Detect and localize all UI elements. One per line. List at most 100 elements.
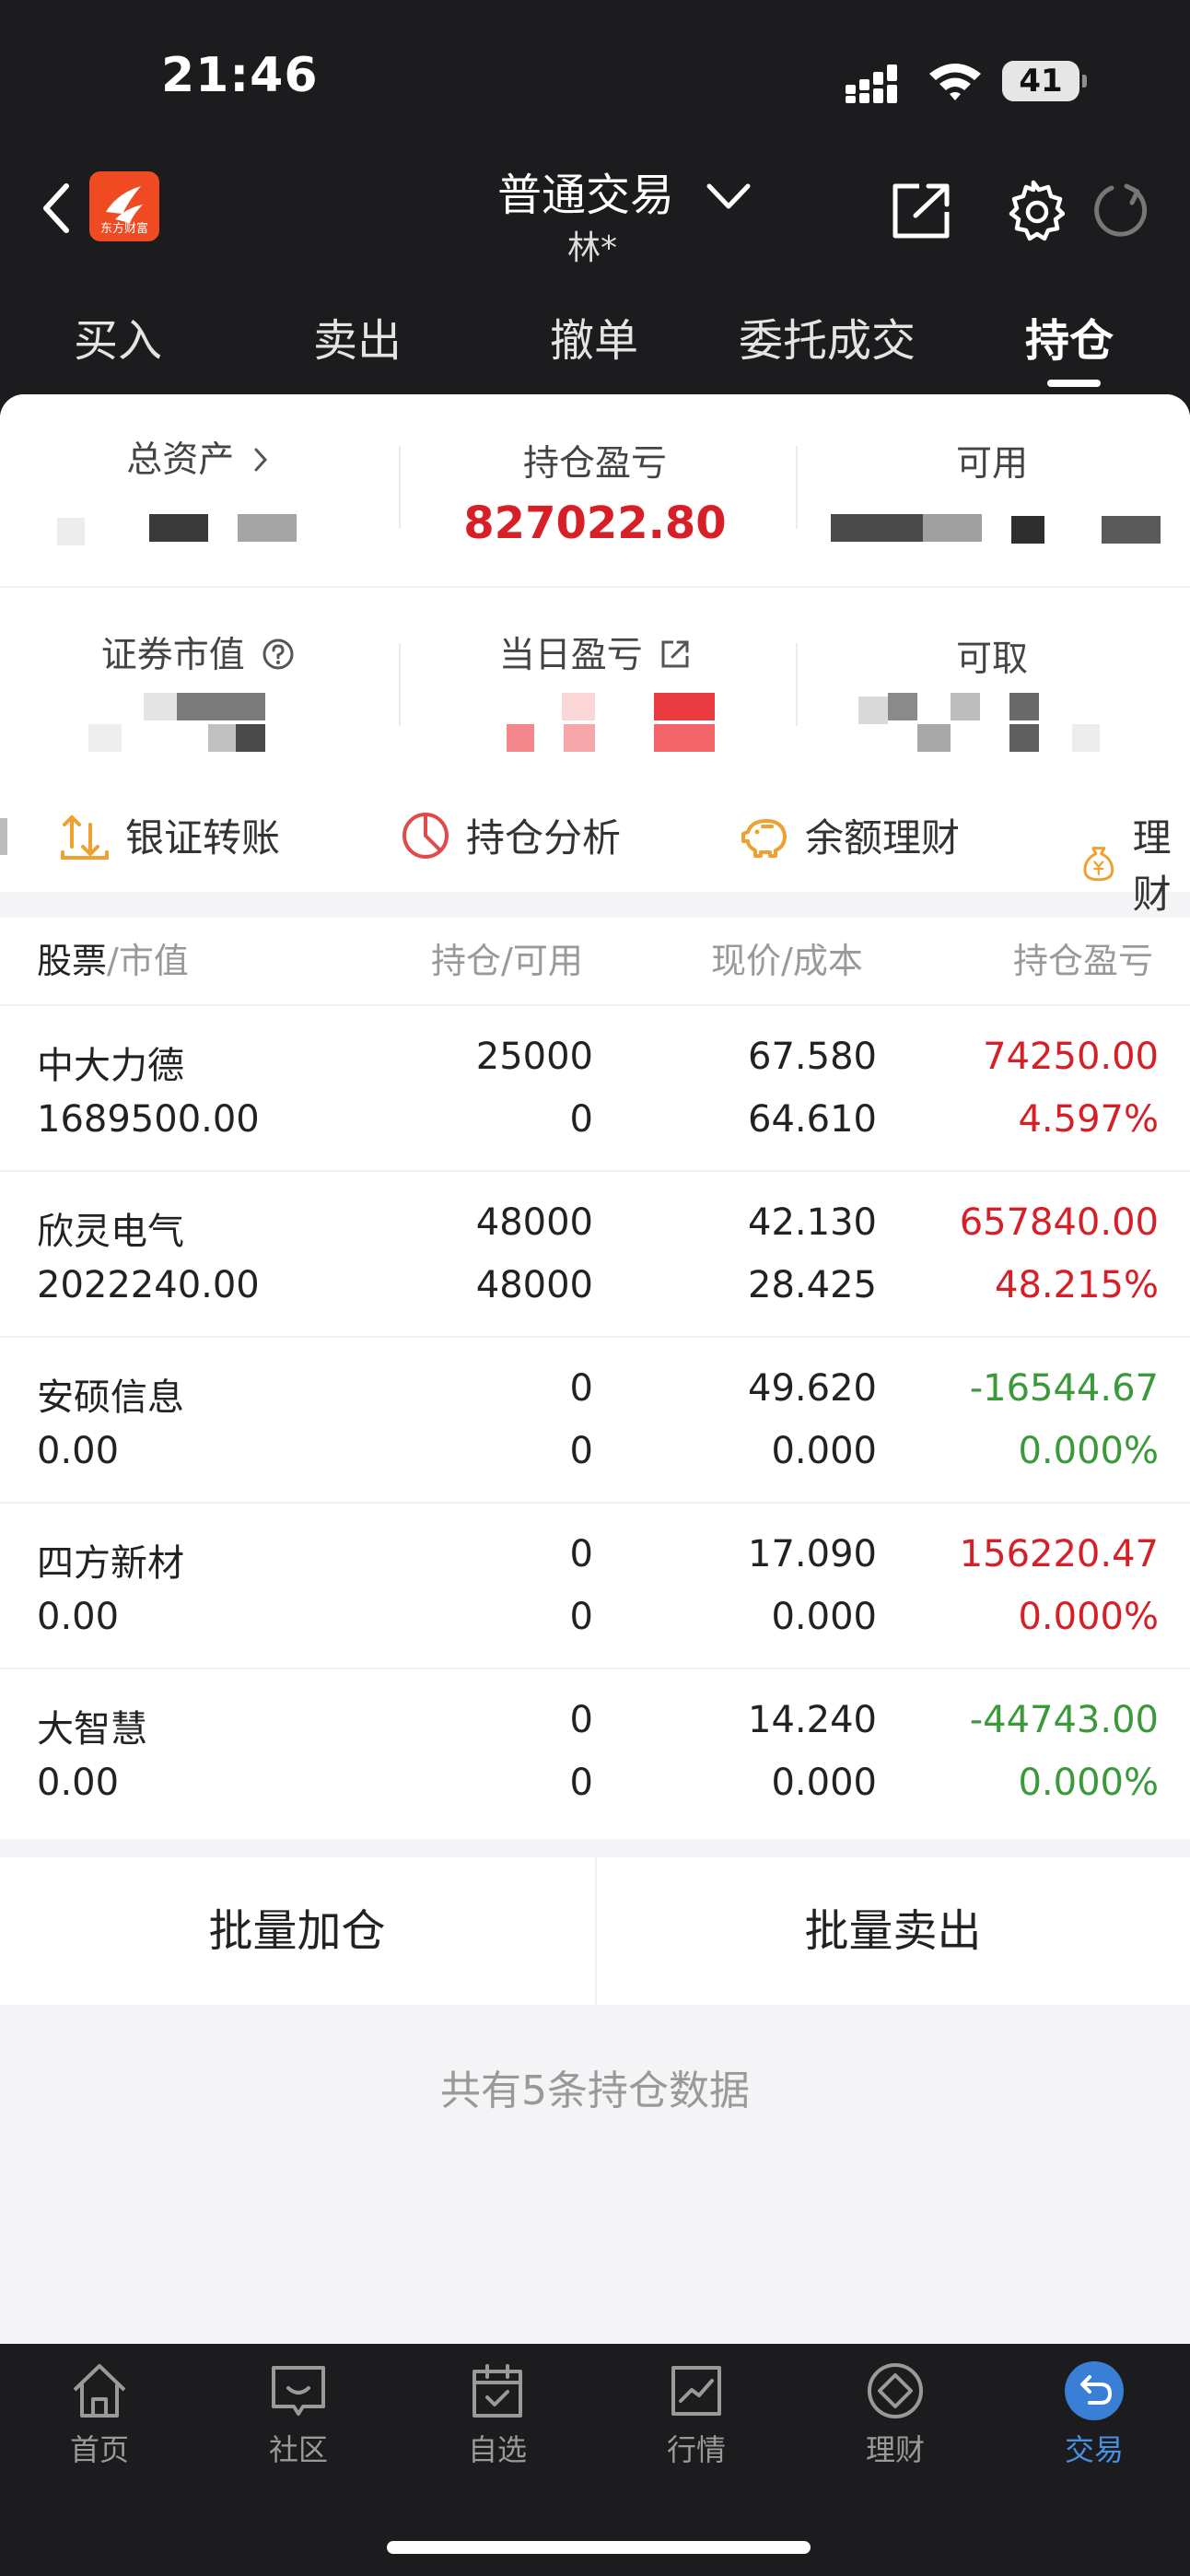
current-price: 49.620 [748, 1367, 877, 1410]
bank-transfer-link[interactable]: 银证转账 [59, 807, 280, 863]
col-header-stock-main: 股票 [37, 941, 108, 981]
balance-finance-label: 余额理财 [805, 815, 961, 861]
col-header-stock[interactable]: 股票/市值 [37, 918, 189, 1004]
cellular-signal-icon [846, 64, 897, 103]
battery-icon: 41 [1002, 61, 1087, 101]
cost-price: 64.610 [748, 1098, 877, 1141]
chat-icon [272, 2366, 325, 2416]
nav-trade[interactable]: 交易 [1030, 2359, 1159, 2469]
nav-market-label: 行情 [666, 2432, 726, 2467]
market-value: 0.00 [37, 1430, 120, 1472]
table-row[interactable]: 大智慧 0.00 0 0 14.240 0.000 -44743.00 0.000% [0, 1668, 1190, 1833]
positions-panel: 总资产 持仓盈亏 可用 827022.80 证券市值 当日盈亏 可取 银证转账 … [0, 394, 1190, 2344]
tab-positions[interactable]: 持仓 [1025, 304, 1114, 369]
current-price: 42.130 [748, 1201, 877, 1244]
stock-name: 欣灵电气 [37, 1211, 184, 1253]
position-qty: 25000 [475, 1036, 593, 1078]
gear-icon[interactable] [1002, 179, 1065, 241]
withdrawable-label: 可取 [955, 638, 1028, 680]
position-pnl-pct: 0.000% [1018, 1762, 1159, 1804]
tab-orders[interactable]: 委托成交 [739, 304, 916, 369]
market-value: 0.00 [37, 1762, 120, 1804]
money-bag-icon [1083, 847, 1114, 882]
position-pnl-pct: 0.000% [1018, 1596, 1159, 1638]
col-header-position[interactable]: 持仓/可用 [431, 918, 583, 1004]
nav-watchlist[interactable]: 自选 [433, 2359, 562, 2469]
refresh-icon[interactable] [1091, 181, 1149, 238]
finance-label: 理财 [1132, 815, 1172, 917]
position-pnl: -44743.00 [969, 1699, 1159, 1741]
page-title[interactable]: 普通交易 [497, 158, 674, 223]
tab-buy[interactable]: 买入 [74, 304, 162, 369]
position-qty: 0 [569, 1699, 593, 1741]
col-header-position-main: 持仓 [431, 941, 502, 981]
chart-icon [671, 2366, 721, 2416]
available-value-masked [831, 514, 1162, 545]
daily-pnl-field[interactable]: 当日盈亏 [397, 626, 793, 678]
market-value-masked [88, 693, 309, 754]
stock-name: 安硕信息 [37, 1376, 184, 1419]
available-qty: 0 [569, 1098, 593, 1141]
home-indicator [387, 2541, 811, 2554]
nav-finance[interactable]: 理财 [831, 2359, 960, 2469]
help-icon[interactable] [262, 638, 295, 671]
account-summary: 总资产 持仓盈亏 可用 827022.80 证券市值 当日盈亏 可取 银证转账 … [0, 394, 1190, 917]
holdings-count-note: 共有5条持仓数据 [440, 2067, 750, 2114]
available-qty: 0 [569, 1430, 593, 1472]
position-pnl: -16544.67 [969, 1367, 1159, 1410]
table-row[interactable]: 安硕信息 0.00 0 0 49.620 0.000 -16544.67 0.000% [0, 1336, 1190, 1502]
tab-sell[interactable]: 卖出 [313, 304, 402, 369]
back-chevron-icon[interactable] [39, 181, 72, 236]
bank-transfer-label: 银证转账 [125, 815, 281, 861]
piggy-bank-icon [741, 818, 787, 858]
status-time: 21:46 [161, 48, 319, 103]
balance-finance-link[interactable]: 余额理财 [739, 807, 960, 863]
nav-watchlist-label: 自选 [467, 2432, 527, 2467]
home-icon [73, 2364, 126, 2418]
chevron-right-icon [254, 448, 267, 472]
current-price: 67.580 [748, 1036, 877, 1078]
available-qty: 48000 [475, 1264, 593, 1306]
table-row[interactable]: 四方新材 0.00 0 0 17.090 0.000 156220.47 0.000% [0, 1502, 1190, 1668]
nav-trade-label: 交易 [1064, 2432, 1124, 2467]
col-header-price-main: 现价 [711, 941, 782, 981]
nav-community-label: 社区 [268, 2432, 328, 2467]
market-value-label: 证券市值 [100, 635, 245, 676]
scroll-edge-fragment [0, 818, 7, 855]
share-icon[interactable] [890, 181, 954, 241]
position-pnl: 156220.47 [959, 1533, 1159, 1575]
table-row[interactable]: 欣灵电气 2022240.00 48000 48000 42.130 28.425 6578… [0, 1170, 1190, 1336]
position-pnl: 74250.00 [983, 1036, 1159, 1078]
nav-finance-label: 理财 [865, 2432, 925, 2467]
position-analysis-label: 持仓分析 [466, 815, 622, 861]
divider [399, 643, 401, 726]
market-value: 1689500.00 [37, 1098, 260, 1141]
stock-name: 大智慧 [37, 1708, 147, 1751]
table-row[interactable]: 中大力德 1689500.00 25000 0 67.580 64.610 74250.00… [0, 1004, 1190, 1170]
col-header-price[interactable]: 现价/成本 [711, 918, 863, 1004]
position-analysis-link[interactable]: 持仓分析 [400, 807, 621, 863]
position-pnl-label: 持仓盈亏 [522, 443, 667, 485]
batch-sell-button[interactable]: 批量卖出 [596, 1857, 1190, 2005]
finance-link[interactable]: 理财 [1079, 807, 1190, 919]
position-qty: 0 [569, 1533, 593, 1575]
total-assets-link[interactable]: 总资产 [0, 431, 396, 483]
position-pnl-pct: 0.000% [1018, 1430, 1159, 1472]
position-pnl-pct: 48.215% [995, 1264, 1159, 1306]
col-header-price-sub: /成本 [781, 941, 863, 981]
transfer-arrows-icon [61, 814, 109, 860]
tab-cancel[interactable]: 撤单 [550, 304, 638, 369]
chevron-down-icon[interactable] [706, 181, 752, 212]
market-value-field: 证券市值 [0, 626, 396, 678]
divider [0, 586, 1190, 588]
available-label: 可用 [955, 443, 1028, 485]
nav-market[interactable]: 行情 [632, 2359, 761, 2469]
available-qty: 0 [569, 1596, 593, 1638]
batch-add-button[interactable]: 批量加仓 [0, 1857, 594, 2005]
active-tab-indicator [1047, 380, 1101, 387]
col-header-pnl[interactable]: 持仓盈亏 [1013, 918, 1190, 1004]
pie-chart-icon [402, 812, 449, 859]
nav-community[interactable]: 社区 [234, 2359, 363, 2469]
market-value: 0.00 [37, 1596, 120, 1638]
nav-home[interactable]: 首页 [35, 2359, 164, 2469]
